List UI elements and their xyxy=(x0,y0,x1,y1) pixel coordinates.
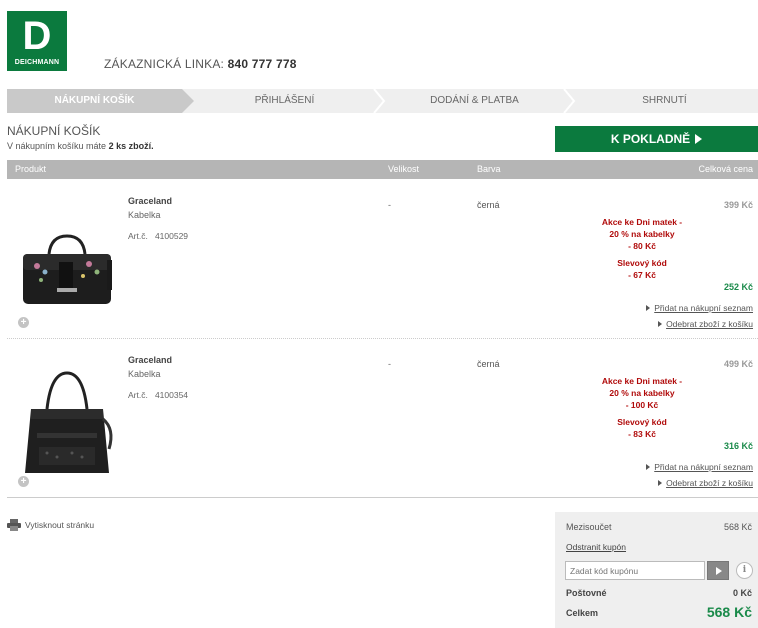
arrow-right-icon xyxy=(658,480,663,486)
step-cart: NÁKUPNÍ KOŠÍK xyxy=(7,89,182,113)
deichmann-logo[interactable]: D DEICHMANN xyxy=(7,11,67,71)
zoom-plus-icon[interactable]: + xyxy=(18,317,29,328)
play-arrow-icon xyxy=(695,134,703,144)
logo-letter: D xyxy=(22,14,52,58)
table-row: + Graceland Kabelka Art.č. 4100354 - čer… xyxy=(7,339,758,497)
apply-coupon-button[interactable] xyxy=(707,561,729,580)
product-name[interactable]: Graceland xyxy=(128,196,172,206)
subtotal-label: Mezisoučet xyxy=(566,522,612,532)
product-type: Kabelka xyxy=(128,369,161,379)
coupon-input[interactable] xyxy=(565,561,705,580)
final-price: 316 Kč xyxy=(723,441,753,451)
add-to-wishlist-link[interactable]: Přidat na nákupní seznam xyxy=(646,303,753,313)
table-row: + Graceland Kabelka Art.č. 4100529 - čer… xyxy=(7,180,758,339)
shipping-label: Poštovné xyxy=(566,588,607,598)
product-name[interactable]: Graceland xyxy=(128,355,172,365)
play-arrow-icon xyxy=(716,567,722,575)
total-value: 568 Kč xyxy=(706,604,752,620)
product-size: - xyxy=(388,200,391,210)
product-image[interactable] xyxy=(17,232,117,312)
product-size: - xyxy=(388,359,391,369)
page-title: NÁKUPNÍ KOŠÍK xyxy=(7,124,101,138)
remove-item-link[interactable]: Odebrat zboží z košíku xyxy=(658,478,753,488)
zoom-plus-icon[interactable]: + xyxy=(18,476,29,487)
final-price: 252 Kč xyxy=(723,282,753,292)
remove-coupon-link[interactable]: Odstranit kupón xyxy=(566,542,626,552)
step-login: PŘIHLÁŠENÍ xyxy=(254,95,315,106)
arrow-right-icon xyxy=(658,321,663,327)
product-type: Kabelka xyxy=(128,210,161,220)
info-icon[interactable]: i xyxy=(736,562,753,579)
discount-mothers-day: Akce ke Dni matek - 20 % na kabelky - 80… xyxy=(601,217,683,251)
add-to-wishlist-link[interactable]: Přidat na nákupní seznam xyxy=(646,462,753,472)
print-page-link[interactable]: Vytisknout stránku xyxy=(7,519,94,531)
col-product: Produkt xyxy=(15,164,47,174)
original-price: 399 Kč xyxy=(723,200,753,210)
remove-item-link[interactable]: Odebrat zboží z košíku xyxy=(658,319,753,329)
order-summary: Mezisoučet 568 Kč Odstranit kupón i Pošt… xyxy=(555,512,758,628)
product-article: Art.č. 4100354 xyxy=(128,390,189,400)
product-color: černá xyxy=(477,200,500,210)
product-color: černá xyxy=(477,359,500,369)
total-label: Celkem xyxy=(566,608,599,618)
logo-text: DEICHMANN xyxy=(14,59,60,66)
step-separator-icon xyxy=(373,89,386,113)
col-size: Velikost xyxy=(388,164,420,174)
arrow-right-icon xyxy=(646,305,651,311)
customer-hotline: ZÁKAZNICKÁ LINKA: 840 777 778 xyxy=(104,57,297,71)
hotline-label: ZÁKAZNICKÁ LINKA: xyxy=(104,57,225,71)
cart-item-count: V nákupním košíku máte 2 ks zboží. xyxy=(7,141,154,151)
discount-mothers-day: Akce ke Dni matek - 20 % na kabelky - 10… xyxy=(601,376,683,410)
col-total: Celková cena xyxy=(698,164,753,174)
step-delivery: DODÁNÍ & PLATBA xyxy=(430,95,519,106)
hotline-number: 840 777 778 xyxy=(227,57,297,71)
product-article: Art.č. 4100529 xyxy=(128,231,189,241)
step-separator-icon xyxy=(563,89,576,113)
printer-icon xyxy=(7,519,21,531)
step-arrow-icon xyxy=(182,89,194,113)
checkout-button[interactable]: K POKLADNĚ xyxy=(555,126,758,152)
arrow-right-icon xyxy=(646,464,651,470)
discount-coupon: Slevový kód - 83 Kč xyxy=(617,417,667,439)
step-summary: SHRNUTÍ xyxy=(642,95,687,106)
discount-coupon: Slevový kód - 67 Kč xyxy=(617,258,667,280)
checkout-steps: NÁKUPNÍ KOŠÍK PŘIHLÁŠENÍ DODÁNÍ & PLATBA… xyxy=(7,89,758,113)
original-price: 499 Kč xyxy=(723,359,753,369)
product-image[interactable] xyxy=(17,369,117,479)
table-end-divider xyxy=(7,497,758,498)
table-header: Produkt Velikost Barva Celková cena xyxy=(7,160,758,179)
col-color: Barva xyxy=(477,164,501,174)
subtotal-value: 568 Kč xyxy=(723,522,752,532)
shipping-value: 0 Kč xyxy=(732,588,752,598)
